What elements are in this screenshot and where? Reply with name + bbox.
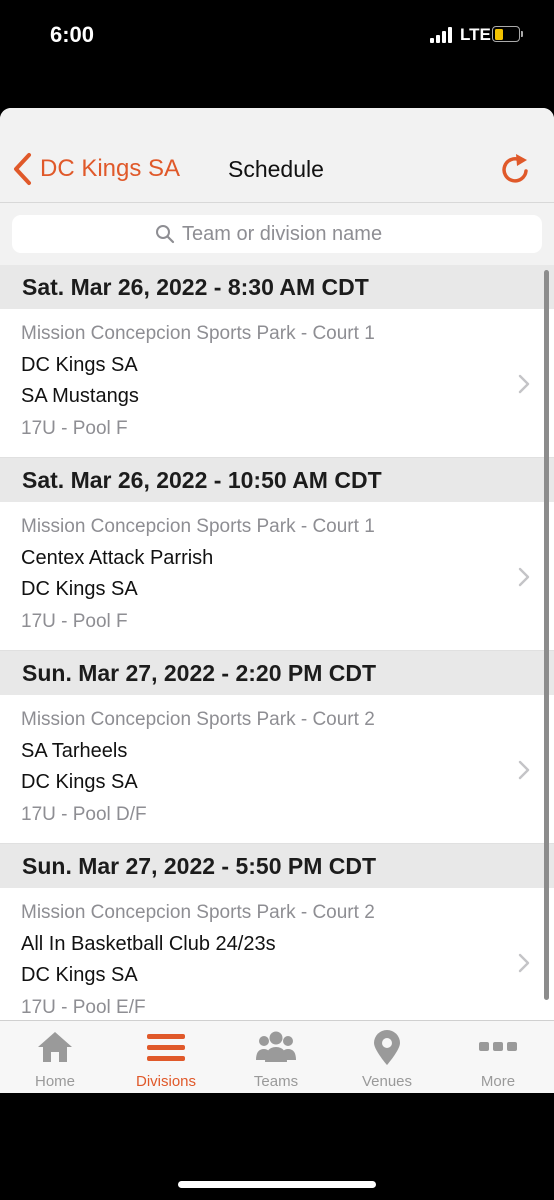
schedule-list: Sat. Mar 26, 2022 - 8:30 AM CDT Mission …	[0, 265, 554, 1020]
division-label: 17U - Pool E/F	[21, 997, 146, 1018]
date-section-header: Sat. Mar 26, 2022 - 10:50 AM CDT	[0, 458, 554, 502]
tab-label: Divisions	[135, 1073, 196, 1090]
tab-home[interactable]: Home	[0, 1021, 110, 1093]
tab-venues[interactable]: Venues	[332, 1021, 442, 1093]
chevron-right-icon	[518, 567, 530, 587]
tab-label: Home	[34, 1073, 75, 1090]
home-indicator[interactable]	[178, 1181, 376, 1188]
venue-label: Mission Concepcion Sports Park - Court 2	[21, 902, 375, 923]
team-two-label: DC Kings SA	[21, 578, 138, 600]
date-section-header: Sun. Mar 27, 2022 - 2:20 PM CDT	[0, 651, 554, 695]
people-icon	[256, 1031, 296, 1062]
search-box	[12, 215, 542, 253]
search-area	[0, 203, 554, 265]
app-sheet: DC Kings SA Schedule Sat. Mar 26, 2022 -…	[0, 108, 554, 1093]
page-title: Schedule	[228, 156, 324, 182]
back-button-label: DC Kings SA	[40, 155, 181, 182]
team-one-label: SA Tarheels	[21, 740, 128, 762]
division-label: 17U - Pool D/F	[21, 804, 147, 825]
tab-teams[interactable]: Teams	[221, 1021, 331, 1093]
division-label: 17U - Pool F	[21, 611, 128, 632]
team-one-label: Centex Attack Parrish	[21, 547, 214, 569]
tab-more[interactable]: More	[443, 1021, 553, 1093]
team-one-label: All In Basketball Club 24/23s	[21, 933, 276, 955]
chevron-left-icon	[14, 153, 31, 185]
refresh-icon[interactable]	[500, 152, 532, 186]
team-two-label: DC Kings SA	[21, 771, 138, 793]
location-pin-icon	[374, 1030, 400, 1065]
team-two-label: SA Mustangs	[21, 385, 139, 407]
search-input[interactable]	[182, 219, 522, 249]
game-row[interactable]: Mission Concepcion Sports Park - Court 1…	[0, 502, 554, 651]
venue-label: Mission Concepcion Sports Park - Court 1	[21, 323, 375, 344]
more-dots-icon	[479, 1042, 517, 1051]
scroll-indicator[interactable]	[544, 270, 549, 1000]
search-icon	[156, 225, 175, 244]
chevron-right-icon	[518, 760, 530, 780]
game-row[interactable]: Mission Concepcion Sports Park - Court 2…	[0, 695, 554, 844]
game-row[interactable]: Mission Concepcion Sports Park - Court 2…	[0, 888, 554, 1020]
division-label: 17U - Pool F	[21, 418, 128, 439]
status-bar: 6:00 LTE	[0, 0, 554, 80]
chevron-right-icon	[518, 374, 530, 394]
back-button[interactable]: DC Kings SA	[12, 152, 180, 186]
network-type: LTE	[460, 25, 491, 44]
list-icon	[147, 1034, 185, 1061]
status-time: 6:00	[50, 22, 95, 47]
venue-label: Mission Concepcion Sports Park - Court 1	[21, 516, 375, 537]
date-section-header: Sun. Mar 27, 2022 - 5:50 PM CDT	[0, 844, 554, 888]
team-two-label: DC Kings SA	[21, 964, 138, 986]
tab-bar: Home Divisions Teams Venues More	[0, 1020, 554, 1093]
tab-label: Venues	[361, 1073, 413, 1090]
team-one-label: DC Kings SA	[21, 354, 138, 376]
navigation-bar: DC Kings SA Schedule	[0, 108, 554, 203]
tab-divisions[interactable]: Divisions	[111, 1021, 221, 1093]
battery-icon	[492, 26, 523, 42]
game-row[interactable]: Mission Concepcion Sports Park - Court 1…	[0, 309, 554, 458]
chevron-right-icon	[518, 953, 530, 973]
tab-label: More	[480, 1073, 516, 1090]
venue-label: Mission Concepcion Sports Park - Court 2	[21, 709, 375, 730]
signal-bars-icon	[430, 27, 456, 43]
tab-label: Teams	[253, 1073, 299, 1090]
date-section-header: Sat. Mar 26, 2022 - 8:30 AM CDT	[0, 265, 554, 309]
home-icon	[38, 1032, 72, 1062]
